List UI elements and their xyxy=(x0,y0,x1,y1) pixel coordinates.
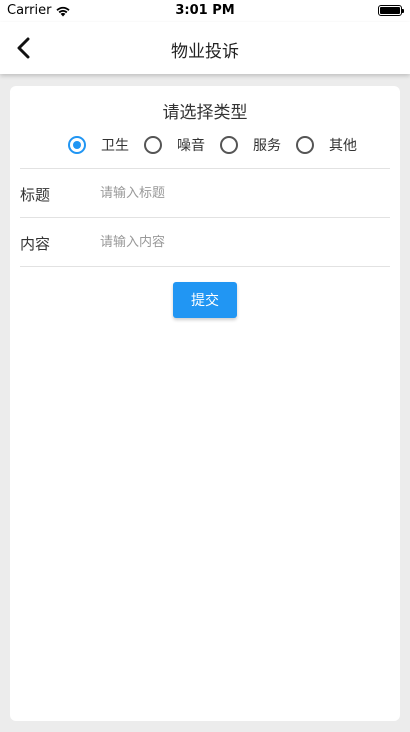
radio-unchecked-icon xyxy=(144,136,162,154)
radio-label: 卫生 xyxy=(101,138,129,154)
radio-option-noise[interactable]: 噪音 xyxy=(144,135,205,155)
content-input[interactable] xyxy=(100,228,380,256)
radio-option-service[interactable]: 服务 xyxy=(220,135,281,155)
complaint-form-card: 请选择类型 卫生 噪音 服务 其他 标题 内容 提交 xyxy=(10,86,400,721)
radio-unchecked-icon xyxy=(296,136,314,154)
title-field-label: 标题 xyxy=(20,186,51,204)
content-field-row: 内容 xyxy=(20,218,390,266)
radio-unchecked-icon xyxy=(220,136,238,154)
type-section-title: 请选择类型 xyxy=(162,103,248,123)
title-input[interactable] xyxy=(100,179,380,207)
navigation-bar: 物业投诉 xyxy=(0,22,410,74)
radio-option-other[interactable]: 其他 xyxy=(296,135,357,155)
status-time: 3:01 PM xyxy=(175,3,235,18)
type-radio-group: 卫生 噪音 服务 其他 xyxy=(68,135,372,155)
radio-label: 噪音 xyxy=(177,138,205,154)
radio-label: 服务 xyxy=(253,138,281,154)
content-field-label: 内容 xyxy=(20,235,51,253)
radio-checked-icon xyxy=(68,136,86,154)
page-title: 物业投诉 xyxy=(171,42,239,62)
radio-label: 其他 xyxy=(329,138,357,154)
radio-option-sanitation[interactable]: 卫生 xyxy=(68,135,129,155)
title-field-row: 标题 xyxy=(20,169,390,217)
battery-icon xyxy=(378,5,404,16)
submit-button[interactable]: 提交 xyxy=(173,282,237,318)
divider xyxy=(20,266,390,267)
status-bar: Carrier 3:01 PM xyxy=(0,0,410,22)
